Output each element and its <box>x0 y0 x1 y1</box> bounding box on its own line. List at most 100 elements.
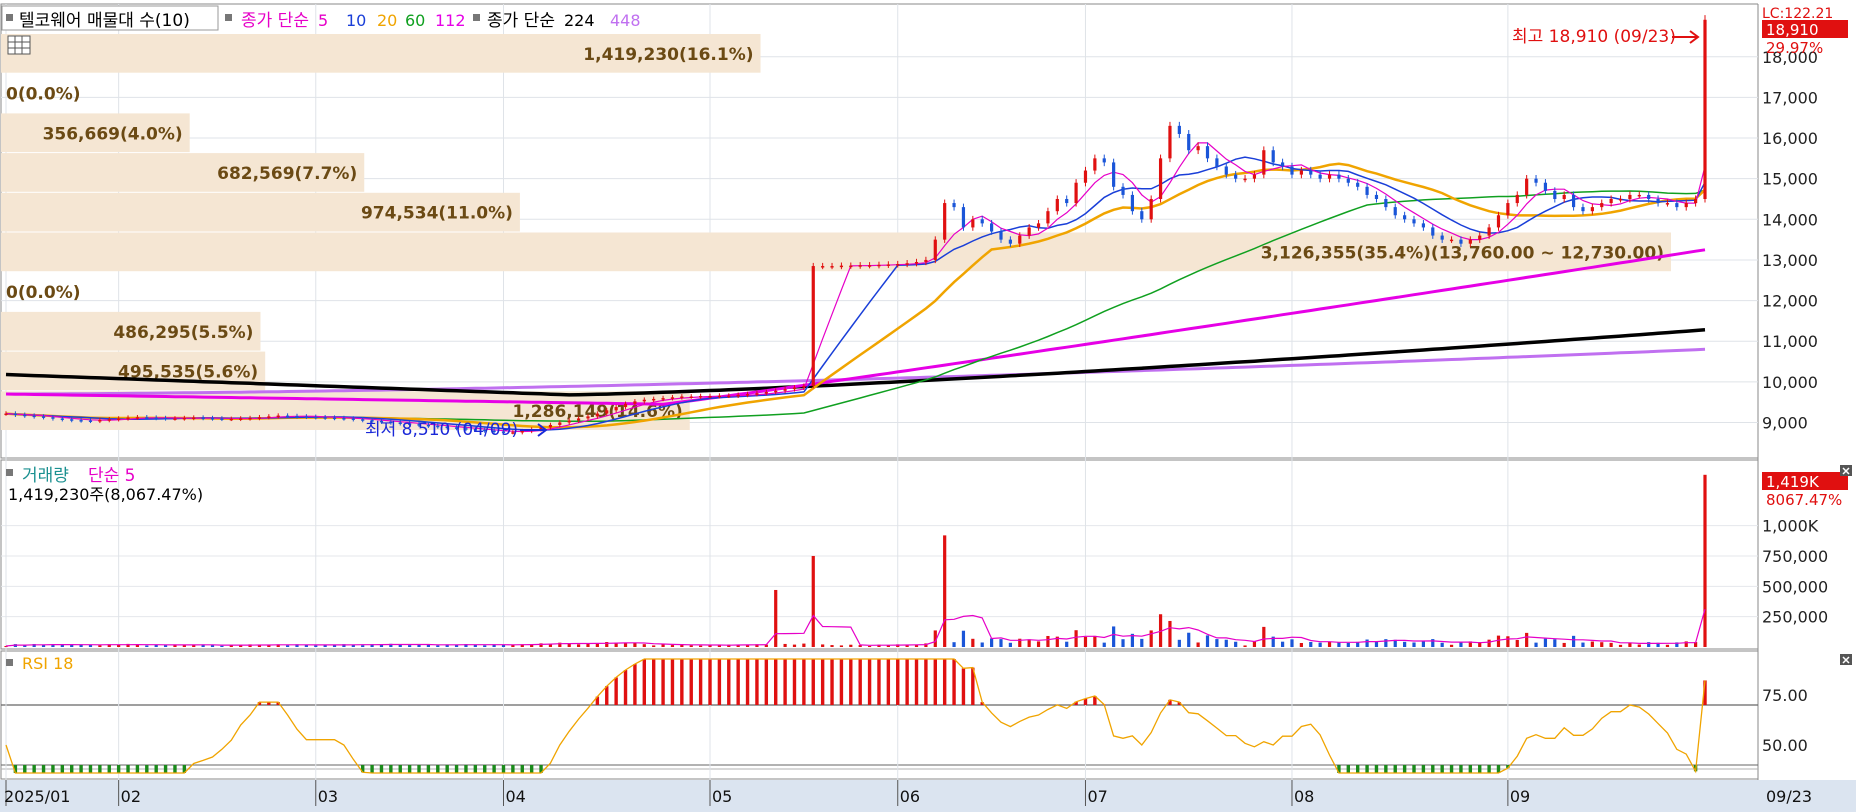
candle-body <box>652 398 656 401</box>
candle-body <box>1224 166 1228 175</box>
close-panel-icon[interactable] <box>1840 465 1852 476</box>
candle-body <box>1647 194 1651 199</box>
volume-legend-ma: 단순 5 <box>88 466 136 486</box>
candle-body <box>727 395 731 398</box>
candle-body <box>1196 146 1200 151</box>
candle-body <box>51 417 55 419</box>
candle-body <box>576 418 581 421</box>
volume-profile-label: 974,534(11.0%) <box>361 204 513 224</box>
volume-bar <box>1703 474 1707 647</box>
candle-body <box>914 261 919 264</box>
close-panel-icon[interactable] <box>1840 654 1852 665</box>
candle-body <box>877 264 881 267</box>
volume-bar <box>1534 642 1538 647</box>
candle-body <box>1618 198 1623 201</box>
volume-bar <box>192 645 196 647</box>
volume-bar <box>1215 639 1219 647</box>
volume-bar <box>1252 641 1257 647</box>
candle-body <box>821 266 825 268</box>
candle-body <box>135 417 140 419</box>
volume-bar <box>1083 636 1088 647</box>
candle-body <box>1318 174 1322 179</box>
volume-bar <box>1140 638 1144 647</box>
volume-bar <box>999 639 1003 647</box>
candle-body <box>1140 211 1144 220</box>
candle-body <box>783 389 787 391</box>
candle-body <box>1290 166 1294 175</box>
candle-body <box>1412 219 1416 224</box>
candle-body <box>1384 198 1388 208</box>
x-tick-label: 07 <box>1087 787 1107 806</box>
price-badge-pct: 29.97% <box>1766 39 1823 57</box>
x-tick-label: 09 <box>1510 787 1530 806</box>
candle-body <box>1421 223 1425 228</box>
volume-bar <box>1102 642 1106 647</box>
volume-bar <box>1168 620 1172 647</box>
price-y-tick: 14,000 <box>1762 210 1818 229</box>
x-tick-label: 08 <box>1294 787 1314 806</box>
legend-ma-5: 5 <box>318 11 328 30</box>
volume-badge: 1,419K 8067.47% <box>1762 472 1848 509</box>
candle-body <box>1449 239 1454 242</box>
candle-body <box>1496 215 1501 228</box>
candle-body <box>1534 178 1538 183</box>
candle-body <box>1121 186 1125 195</box>
candle-body <box>1553 190 1557 199</box>
candle-body <box>1365 186 1369 195</box>
candle-body <box>323 417 327 419</box>
volume-bar <box>1365 639 1369 647</box>
volume-bar <box>952 642 956 647</box>
volume-bar <box>961 630 966 647</box>
candle-body <box>1187 133 1191 151</box>
candle-body <box>4 413 8 416</box>
candle-body <box>1374 194 1379 199</box>
volume-bar <box>689 645 693 647</box>
volume-bar <box>642 644 646 647</box>
volume-bar <box>1234 641 1238 647</box>
volume-profile-label: 0(0.0%) <box>6 85 81 105</box>
candle-body <box>1337 174 1341 179</box>
volume-profile-label: 1,419,230(16.1%) <box>583 45 753 65</box>
volume-bar <box>436 645 440 647</box>
volume-bar <box>980 642 984 647</box>
candle-body <box>361 419 365 421</box>
table-icon[interactable] <box>7 35 31 55</box>
volume-bar <box>1205 635 1210 647</box>
volume-y-tick: 750,000 <box>1762 547 1828 566</box>
volume-bar <box>361 645 365 647</box>
price-y-tick: 16,000 <box>1762 129 1818 148</box>
volume-bar <box>943 535 947 647</box>
volume-profile-label: 356,669(4.0%) <box>43 124 183 144</box>
volume-bar <box>1590 641 1594 647</box>
candle-body <box>595 413 599 417</box>
candle-body <box>802 385 806 388</box>
candle-body <box>990 223 994 232</box>
candle-body <box>107 419 111 421</box>
rsi-y-tick: 75.00 <box>1762 686 1808 705</box>
candle-body <box>1393 207 1397 216</box>
stock-chart[interactable]: 1,419,230(16.1%) 0(0.0%) 356,669(4.0%) 682,… <box>0 0 1856 812</box>
candle-body <box>1055 198 1059 212</box>
legend-marker <box>6 659 13 666</box>
volume-bar <box>1581 642 1585 647</box>
volume-bar <box>990 638 994 647</box>
volume-bar <box>1093 635 1097 647</box>
candle-body <box>23 414 27 417</box>
legend-ma2-prefix: 종가 단순 <box>487 11 555 31</box>
volume-badge-pct: 8067.47% <box>1766 491 1842 509</box>
candle-body <box>1168 125 1172 159</box>
candle-body <box>661 398 665 400</box>
volume-bar <box>1431 639 1435 647</box>
volume-bar <box>1571 635 1576 647</box>
candle-body <box>126 417 130 420</box>
candle-body <box>220 418 224 420</box>
volume-bar <box>1309 641 1313 647</box>
volume-bar <box>1543 638 1548 647</box>
candle-body <box>1487 227 1491 236</box>
rsi-y-tick: 50.00 <box>1762 736 1808 755</box>
volume-bar <box>1243 645 1247 647</box>
x-tick-label: 05 <box>712 787 732 806</box>
candle-body <box>182 418 186 420</box>
volume-bar <box>483 645 487 647</box>
volume-bar <box>1515 639 1519 647</box>
